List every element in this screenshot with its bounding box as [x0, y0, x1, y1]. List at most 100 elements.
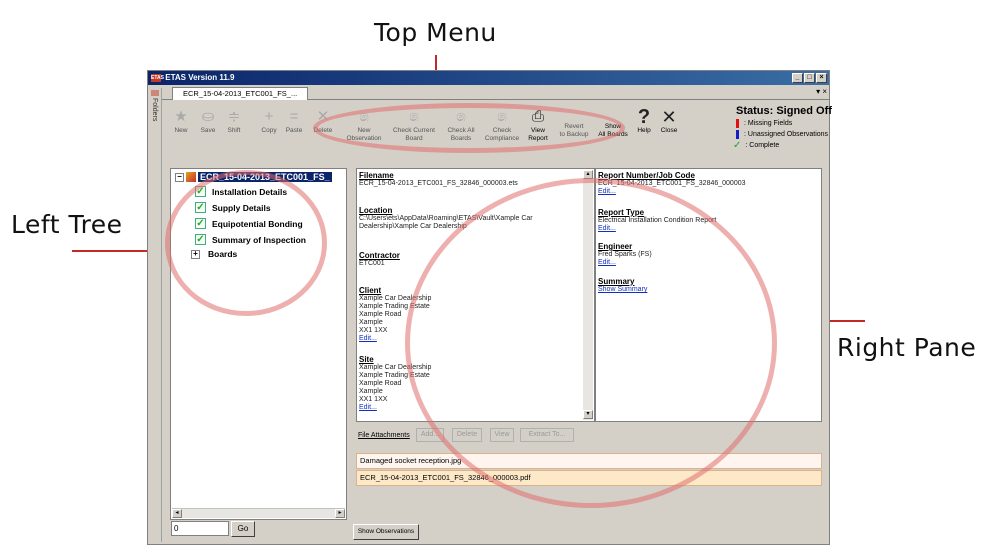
- spiral-compliance-icon: ෧: [497, 108, 507, 125]
- tree-item-supply-details[interactable]: ✓ Supply Details: [195, 202, 271, 213]
- status-complete-row: ✓ : Complete: [722, 140, 842, 151]
- delete-button[interactable]: ✕ Delete: [310, 107, 336, 135]
- details-pane: Filename ECR_15-04-2013_ETC001_FS_32846_…: [356, 168, 595, 422]
- close-document-button[interactable]: ✕ Close: [658, 107, 680, 135]
- attachment-row[interactable]: ECR_15-04-2013_ETC001_FS_32846_000003.pd…: [356, 470, 822, 486]
- show-observations-button[interactable]: Show Observations: [353, 524, 419, 540]
- shift-button[interactable]: ≑ Shift: [222, 107, 246, 135]
- revert-label-1: Revert: [564, 123, 584, 130]
- view-report-button[interactable]: ⎙ View Report: [524, 107, 552, 143]
- site-line: Xample Car Dealership: [359, 364, 432, 371]
- maximize-button[interactable]: □: [804, 73, 815, 83]
- scroll-right-icon[interactable]: ▸: [335, 509, 345, 518]
- close-label: Close: [660, 127, 678, 134]
- top-toolbar: ★ New ⛀ Save ≑ Shift + Copy = Paste ✕ De…: [162, 101, 832, 164]
- extract-attachment-button[interactable]: Extract To...: [520, 428, 574, 442]
- check-compliance-label-1: Check: [492, 127, 512, 134]
- scroll-up-icon[interactable]: ▴: [583, 170, 593, 179]
- document-tab[interactable]: ECR_15-04-2013_ETC001_FS_...: [172, 87, 309, 100]
- new-observation-button[interactable]: ෧ New Observation: [342, 107, 386, 143]
- minimize-button[interactable]: _: [792, 73, 803, 83]
- goto-input[interactable]: [171, 521, 229, 536]
- go-button[interactable]: Go: [231, 521, 255, 537]
- new-observation-label-2: Observation: [346, 135, 382, 142]
- scroll-down-icon[interactable]: ▾: [583, 410, 593, 419]
- check-compliance-button[interactable]: ෧ Check Compliance: [480, 107, 524, 143]
- unassigned-observations-icon: [736, 130, 739, 139]
- engineer-edit-link[interactable]: Edit...: [598, 259, 820, 267]
- tree-root[interactable]: − ECR_15-04-2013_ETC001_FS_: [175, 172, 332, 182]
- app-icon: ETAS: [151, 73, 164, 82]
- paste-button[interactable]: = Paste: [282, 107, 306, 135]
- add-attachment-button[interactable]: Add...: [416, 428, 444, 442]
- new-button[interactable]: ★ New: [170, 107, 192, 135]
- check-all-boards-button[interactable]: ෧ Check All Boards: [442, 107, 480, 143]
- check-all-label-1: Check All: [447, 127, 475, 134]
- location-line-1: C:\Users\ets\AppData\Roaming\ETAS\Vault\…: [359, 215, 533, 222]
- details-vertical-scrollbar[interactable]: ▴ ▾: [583, 170, 593, 420]
- site-edit-link[interactable]: Edit...: [359, 404, 581, 412]
- tree-item-label: Installation Details: [212, 186, 288, 197]
- new-label: New: [174, 127, 188, 134]
- tree-item-equipotential-bonding[interactable]: ✓ Equipotential Bonding: [195, 218, 303, 229]
- help-button[interactable]: ? Help: [634, 107, 654, 135]
- tree-item-summary-of-inspection[interactable]: ✓ Summary of Inspection: [195, 234, 306, 245]
- view-report-label-2: Report: [528, 135, 548, 142]
- client-line: Xample Car Dealership: [359, 295, 432, 302]
- save-button[interactable]: ⛀ Save: [197, 107, 219, 135]
- client-line: Xample Trading Estate: [359, 303, 430, 310]
- tree-root-label[interactable]: ECR_15-04-2013_ETC001_FS_: [198, 172, 332, 182]
- left-horizontal-scrollbar[interactable]: ◂ ▸: [172, 508, 345, 518]
- equals-icon: =: [289, 108, 299, 125]
- check-current-label-2: Board: [405, 135, 423, 142]
- title-bar: ETAS ETAS Version 11.9 _ □ ×: [148, 71, 829, 85]
- tree-item-boards[interactable]: + Boards: [191, 249, 237, 259]
- file-attachments-label: File Attachments: [358, 432, 410, 439]
- status-missing-row: : Missing Fields: [722, 118, 842, 129]
- check-icon: ✓: [195, 186, 206, 197]
- folders-sidebar[interactable]: Folders: [149, 88, 162, 542]
- delete-x-icon: ✕: [316, 108, 330, 125]
- close-window-button[interactable]: ×: [816, 73, 827, 83]
- revert-to-backup-button[interactable]: Revert to Backup: [554, 123, 594, 139]
- tree-item-installation-details[interactable]: ✓ Installation Details: [195, 186, 287, 197]
- left-tree-pane[interactable]: − ECR_15-04-2013_ETC001_FS_ ✓ Installati…: [170, 168, 347, 520]
- help-label: Help: [637, 127, 651, 134]
- show-all-boards-button[interactable]: Show All Boards: [594, 123, 632, 139]
- location-section: Location C:\Users\ets\AppData\Roaming\ET…: [359, 206, 581, 231]
- contractor-heading: Contractor: [359, 251, 400, 260]
- location-heading: Location: [359, 206, 393, 215]
- star-icon: ★: [174, 108, 188, 125]
- expand-toggle[interactable]: +: [191, 249, 200, 259]
- client-edit-link[interactable]: Edit...: [359, 335, 581, 343]
- engineer-section: Engineer Fred Sparks (FS) Edit...: [598, 242, 820, 267]
- report-number-heading: Report Number/Job Code: [598, 171, 695, 180]
- report-number-edit-link[interactable]: Edit...: [598, 188, 820, 196]
- delete-attachment-button[interactable]: Delete: [452, 428, 482, 442]
- show-summary-link[interactable]: Show Summary: [598, 286, 820, 294]
- tree-item-label: Supply Details: [212, 202, 271, 213]
- client-section: Client Xample Car Dealership Xample Trad…: [359, 286, 581, 343]
- delete-label: Delete: [313, 127, 333, 134]
- check-icon: ✓: [195, 234, 206, 245]
- view-attachment-button[interactable]: View: [490, 428, 514, 442]
- missing-fields-icon: [736, 119, 739, 128]
- collapse-toggle[interactable]: −: [175, 172, 184, 182]
- copy-button[interactable]: + Copy: [258, 107, 280, 135]
- site-heading: Site: [359, 355, 374, 364]
- check-compliance-label-2: Compliance: [484, 135, 520, 142]
- summary-heading: Summary: [598, 277, 635, 286]
- report-type-value: Electrical Installation Condition Report: [598, 217, 717, 224]
- folders-label[interactable]: Folders: [151, 98, 158, 121]
- tab-controls[interactable]: ▾ ×: [816, 87, 827, 96]
- folder-icon: [151, 90, 159, 96]
- attachments-area: File Attachments Add... Delete View Extr…: [356, 424, 822, 512]
- report-type-edit-link[interactable]: Edit...: [598, 225, 820, 233]
- attachment-row[interactable]: Damaged socket reception.jpg: [356, 453, 822, 469]
- filename-heading: Filename: [359, 171, 394, 180]
- revert-label-2: to Backup: [559, 131, 589, 138]
- scroll-left-icon[interactable]: ◂: [172, 509, 182, 518]
- status-unassigned-row: : Unassigned Observations: [722, 129, 842, 140]
- check-current-board-button[interactable]: ෧ Check Current Board: [388, 107, 440, 143]
- save-icon: ⛀: [201, 108, 215, 125]
